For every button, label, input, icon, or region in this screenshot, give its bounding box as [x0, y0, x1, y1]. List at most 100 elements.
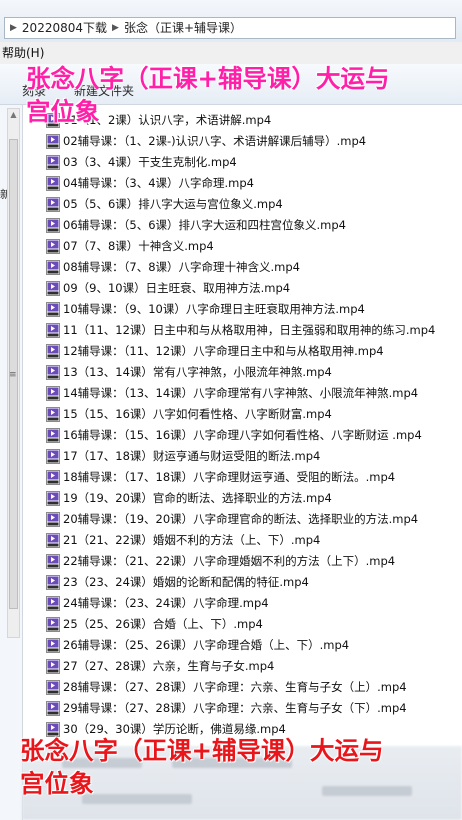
video-file-icon [46, 281, 60, 296]
scroll-up-icon[interactable]: ▲ [9, 110, 18, 119]
file-row[interactable]: 12辅导课：（11、12课）八字命理日主中和与从格取用神.mp4 [46, 341, 462, 362]
file-row[interactable]: 05（5、6课）排八字大运与宫位象义.mp4 [46, 194, 462, 215]
watermark-top-line2: 宫位象 [26, 97, 100, 126]
file-name: 17（17、18课）财运亨通与财运受阻的断法.mp4 [63, 449, 321, 463]
file-row[interactable]: 10辅导课：（9、10课）八字命理日主旺衰取用神方法.mp4 [46, 299, 462, 320]
video-file-icon [46, 596, 60, 611]
video-file-icon [46, 680, 60, 695]
video-file-icon [46, 407, 60, 422]
video-file-icon [46, 302, 60, 317]
file-row[interactable]: 21（21、22课）婚姻不利的方法（上、下）.mp4 [46, 530, 462, 551]
video-file-icon [46, 470, 60, 485]
file-name: 16辅导课：（15、16课）八字命理八字如何看性格、八字断财运 .mp4 [63, 428, 422, 442]
menubar: 帮助(H) [0, 42, 462, 64]
file-row[interactable]: 28辅导课：（27、28课）八字命理：六亲、生育与子女（上）.mp4 [46, 677, 462, 698]
video-file-icon [46, 365, 60, 380]
file-name: 10辅导课：（9、10课）八字命理日主旺衰取用神方法.mp4 [63, 302, 365, 316]
file-name: 12辅导课：（11、12课）八字命理日主中和与从格取用神.mp4 [63, 344, 384, 358]
file-row[interactable]: 03（3、4课）干支生克制化.mp4 [46, 152, 462, 173]
chevron-right-icon: ▶ [112, 23, 119, 33]
chevron-right-icon: ▶ [10, 23, 17, 33]
file-row[interactable]: 19（19、20课）官命的断法、选择职业的方法.mp4 [46, 488, 462, 509]
file-name: 26辅导课：（25、26课）八字命理合婚（上、下）.mp4 [63, 638, 350, 652]
file-name: 21（21、22课）婚姻不利的方法（上、下）.mp4 [63, 533, 321, 547]
file-list: 01（1、2课）认识八字，术语讲解.mp4 02辅导课：（1、2课-)认识八字、术… [46, 110, 462, 740]
video-file-icon [46, 617, 60, 632]
file-name: 11（11、12课）日主中和与从格取用神，日主强弱和取用神的练习.mp4 [63, 323, 436, 337]
file-row[interactable]: 24辅导课：（23、24课）八字命理.mp4 [46, 593, 462, 614]
file-name: 02辅导课：（1、2课-)认识八字、术语讲解课后辅导）.mp4 [63, 134, 367, 148]
scrollbar[interactable]: ▲ ≡ [7, 108, 20, 638]
file-name: 13（13、14课）常有八字神煞，小限流年神煞.mp4 [63, 365, 332, 379]
file-row[interactable]: 20辅导课：（19、20课）八字命理官命的断法、选择职业的方法.mp4 [46, 509, 462, 530]
scroll-grip-icon: ≡ [9, 370, 17, 380]
file-name: 15（15、16课）八字如何看性格、八字断财富.mp4 [63, 407, 332, 421]
file-row[interactable]: 04辅导课：（3、4课）八字命理.mp4 [46, 173, 462, 194]
video-file-icon [46, 449, 60, 464]
breadcrumb-item-downloads[interactable]: 20220804下载 [22, 18, 107, 38]
video-file-icon [46, 428, 60, 443]
video-file-icon [46, 638, 60, 653]
video-file-icon [46, 575, 60, 590]
file-row[interactable]: 08辅导课：（7、8课）八字命理十神含义.mp4 [46, 257, 462, 278]
file-name: 22辅导课：（21、22课）八字命理婚姻不利的方法（上下）.mp4 [63, 554, 396, 568]
video-file-icon [46, 134, 60, 149]
file-name: 27（27、28课）六亲，生育与子女.mp4 [63, 659, 275, 673]
video-file-icon [46, 512, 60, 527]
file-row[interactable]: 11（11、12课）日主中和与从格取用神，日主强弱和取用神的练习.mp4 [46, 320, 462, 341]
file-name: 07（7、8课）十神含义.mp4 [63, 239, 214, 253]
file-name: 18辅导课：（17、18课）八字命理财运亨通、受阻的断法。.mp4 [63, 470, 396, 484]
video-file-icon [46, 659, 60, 674]
watermark-bottom-line2: 宫位象 [20, 769, 94, 798]
file-name: 14辅导课：（13、14课）八字命理常有八字神煞、小限流年神煞.mp4 [63, 386, 419, 400]
video-file-icon [46, 386, 60, 401]
file-row[interactable]: 22辅导课：（21、22课）八字命理婚姻不利的方法（上下）.mp4 [46, 551, 462, 572]
file-name: 23（23、24课）婚姻的论断和配偶的特征.mp4 [63, 575, 309, 589]
file-name: 03（3、4课）干支生克制化.mp4 [63, 155, 237, 169]
watermark-top: 张念八字（正课+辅导课）大运与 宫位象 [26, 62, 390, 128]
file-row[interactable]: 02辅导课：（1、2课-)认识八字、术语讲解课后辅导）.mp4 [46, 131, 462, 152]
video-file-icon [46, 260, 60, 275]
file-row[interactable]: 18辅导课：（17、18课）八字命理财运亨通、受阻的断法。.mp4 [46, 467, 462, 488]
file-row[interactable]: 23（23、24课）婚姻的论断和配偶的特征.mp4 [46, 572, 462, 593]
file-name: 09（9、10课）日主旺衰、取用神方法.mp4 [63, 281, 291, 295]
menu-help[interactable]: 帮助(H) [2, 46, 44, 60]
file-row[interactable]: 15（15、16课）八字如何看性格、八字断财富.mp4 [46, 404, 462, 425]
video-file-icon [46, 491, 60, 506]
watermark-bottom-line1: 张念八字（正课+辅导课）大运与 [20, 736, 384, 765]
file-row[interactable]: 26辅导课：（25、26课）八字命理合婚（上、下）.mp4 [46, 635, 462, 656]
video-file-icon [46, 239, 60, 254]
breadcrumb[interactable]: ▶ 20220804下载 ▶ 张念（正课+辅导课） [4, 17, 456, 39]
watermark-bottom: 张念八字（正课+辅导课）大运与 宫位象 [20, 734, 384, 800]
file-name: 28辅导课：（27、28课）八字命理：六亲、生育与子女（上）.mp4 [63, 680, 407, 694]
file-name: 19（19、20课）官命的断法、选择职业的方法.mp4 [63, 491, 332, 505]
file-row[interactable]: 06辅导课：（5、6课）排八字大运和四柱宫位象义.mp4 [46, 215, 462, 236]
file-row[interactable]: 17（17、18课）财运亨通与财运受阻的断法.mp4 [46, 446, 462, 467]
breadcrumb-item-course[interactable]: 张念（正课+辅导课） [124, 18, 242, 38]
file-name: 06辅导课：（5、6课）排八字大运和四柱宫位象义.mp4 [63, 218, 346, 232]
file-row[interactable]: 14辅导课：（13、14课）八字命理常有八字神煞、小限流年神煞.mp4 [46, 383, 462, 404]
video-file-icon [46, 701, 60, 716]
file-name: 08辅导课：（7、8课）八字命理十神含义.mp4 [63, 260, 300, 274]
file-name: 29辅导课：（27、28课）八字命理：六亲、生育与子女（下）.mp4 [63, 701, 407, 715]
video-file-icon [46, 554, 60, 569]
video-file-icon [46, 155, 60, 170]
address-bar: ▶ 20220804下载 ▶ 张念（正课+辅导课） [0, 0, 462, 43]
file-row[interactable]: 27（27、28课）六亲，生育与子女.mp4 [46, 656, 462, 677]
file-name: 20辅导课：（19、20课）八字命理官命的断法、选择职业的方法.mp4 [63, 512, 419, 526]
watermark-top-line1: 张念八字（正课+辅导课）大运与 [26, 64, 390, 93]
file-row[interactable]: 16辅导课：（15、16课）八字命理八字如何看性格、八字断财运 .mp4 [46, 425, 462, 446]
file-name: 24辅导课：（23、24课）八字命理.mp4 [63, 596, 269, 610]
file-row[interactable]: 25（25、26课）合婚（上、下）.mp4 [46, 614, 462, 635]
video-file-icon [46, 176, 60, 191]
file-name: 05（5、6课）排八字大运与宫位象义.mp4 [63, 197, 283, 211]
video-file-icon [46, 344, 60, 359]
file-row[interactable]: 13（13、14课）常有八字神煞，小限流年神煞.mp4 [46, 362, 462, 383]
video-file-icon [46, 323, 60, 338]
video-file-icon [46, 197, 60, 212]
file-row[interactable]: 29辅导课：（27、28课）八字命理：六亲、生育与子女（下）.mp4 [46, 698, 462, 719]
video-file-icon [46, 218, 60, 233]
file-name: 25（25、26课）合婚（上、下）.mp4 [63, 617, 263, 631]
file-row[interactable]: 07（7、8课）十神含义.mp4 [46, 236, 462, 257]
file-row[interactable]: 09（9、10课）日主旺衰、取用神方法.mp4 [46, 278, 462, 299]
